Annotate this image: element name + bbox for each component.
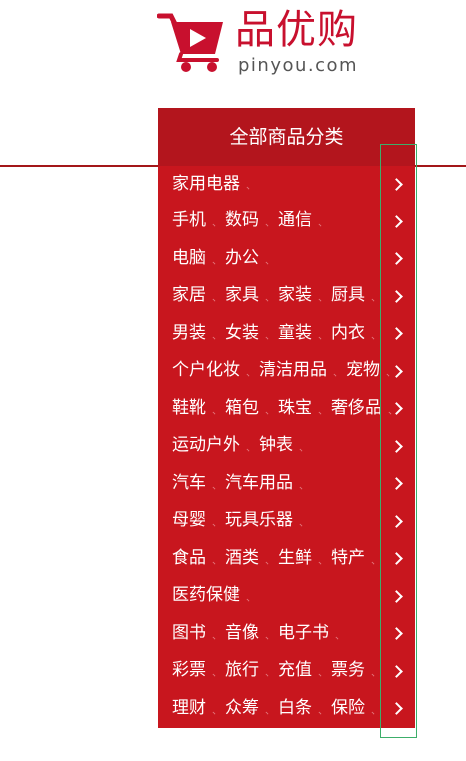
category-link[interactable]: 家装	[278, 277, 328, 315]
category-link[interactable]: 家用电器	[172, 166, 256, 202]
category-link[interactable]: 数码	[225, 202, 275, 240]
category-item[interactable]: 电脑办公	[158, 240, 415, 277]
category-link[interactable]: 众筹	[225, 690, 275, 727]
category-link[interactable]: 汽车用品	[225, 465, 309, 502]
category-item[interactable]: 汽车汽车用品	[158, 465, 415, 502]
category-link[interactable]: 办公	[225, 240, 275, 277]
category-link[interactable]: 家居	[172, 277, 222, 315]
category-link[interactable]: 电子书	[278, 615, 345, 652]
chevron-right-icon	[390, 664, 403, 678]
category-link[interactable]: 图书	[172, 615, 222, 652]
category-item[interactable]: 鞋靴箱包珠宝奢侈品	[158, 390, 415, 427]
category-link[interactable]: 通信	[278, 202, 328, 240]
chevron-right-icon	[390, 214, 403, 228]
category-item[interactable]: 运动户外钟表	[158, 427, 415, 465]
category-item[interactable]: 家居家具家装厨具	[158, 277, 415, 315]
category-link[interactable]: 母婴	[172, 502, 222, 540]
category-item[interactable]: 彩票旅行充值票务	[158, 652, 415, 690]
chevron-right-icon	[390, 552, 403, 566]
category-link[interactable]: 保险	[331, 690, 381, 727]
category-link[interactable]: 珠宝	[278, 390, 328, 427]
category-link[interactable]: 玩具乐器	[225, 502, 309, 540]
chevron-right-icon	[390, 477, 403, 491]
category-menu: 全部商品分类 家用电器手机数码通信电脑办公家居家具家装厨具男装女装童装内衣个户化…	[158, 108, 415, 728]
category-item[interactable]: 家用电器	[158, 166, 415, 202]
category-link[interactable]: 运动户外	[172, 427, 256, 465]
category-link[interactable]: 箱包	[225, 390, 275, 427]
category-link[interactable]: 个户化妆	[172, 352, 256, 390]
category-link[interactable]: 票务	[331, 652, 381, 690]
category-link[interactable]: 内衣	[331, 315, 381, 352]
category-link[interactable]: 奢侈品	[331, 390, 398, 427]
category-item[interactable]: 食品酒类生鲜特产	[158, 540, 415, 577]
chevron-right-icon	[390, 589, 403, 603]
category-item[interactable]: 手机数码通信	[158, 202, 415, 240]
category-link[interactable]: 童装	[278, 315, 328, 352]
category-link[interactable]: 酒类	[225, 540, 275, 577]
category-link[interactable]: 食品	[172, 540, 222, 577]
category-link[interactable]: 钟表	[259, 427, 309, 465]
category-link[interactable]: 生鲜	[278, 540, 328, 577]
category-link[interactable]: 手机	[172, 202, 222, 240]
chevron-right-icon	[390, 252, 403, 266]
chevron-right-icon	[390, 439, 403, 453]
category-menu-header[interactable]: 全部商品分类	[158, 108, 415, 166]
chevron-right-icon	[390, 627, 403, 641]
category-link[interactable]: 音像	[225, 615, 275, 652]
category-link[interactable]: 电脑	[172, 240, 222, 277]
category-link[interactable]: 白条	[278, 690, 328, 727]
chevron-right-icon	[390, 514, 403, 528]
category-link[interactable]: 彩票	[172, 652, 222, 690]
category-link[interactable]: 鞋靴	[172, 390, 222, 427]
category-link[interactable]: 家具	[225, 277, 275, 315]
category-link[interactable]: 汽车	[172, 465, 222, 502]
category-item[interactable]: 理财众筹白条保险	[158, 690, 415, 727]
category-link[interactable]: 特产	[331, 540, 381, 577]
category-link[interactable]: 旅行	[225, 652, 275, 690]
site-logo[interactable]: 品优购 pinyou.com	[157, 6, 377, 80]
category-item[interactable]: 医药保健	[158, 577, 415, 615]
category-link[interactable]: 清洁用品	[259, 352, 343, 390]
category-item[interactable]: 男装女装童装内衣	[158, 315, 415, 352]
category-link[interactable]: 医药保健	[172, 577, 256, 615]
category-link[interactable]: 女装	[225, 315, 275, 352]
chevron-right-icon	[390, 289, 403, 303]
shopping-cart-icon	[157, 13, 223, 72]
chevron-right-icon	[390, 702, 403, 716]
chevron-right-icon	[390, 327, 403, 341]
category-link[interactable]: 宠物	[346, 352, 396, 390]
category-item[interactable]: 图书音像电子书	[158, 615, 415, 652]
chevron-right-icon	[390, 178, 403, 191]
category-item[interactable]: 母婴玩具乐器	[158, 502, 415, 540]
logo-domain: pinyou.com	[238, 55, 359, 76]
category-link[interactable]: 厨具	[331, 277, 381, 315]
category-list: 家用电器手机数码通信电脑办公家居家具家装厨具男装女装童装内衣个户化妆清洁用品宠物…	[158, 166, 415, 727]
category-link[interactable]: 充值	[278, 652, 328, 690]
category-link[interactable]: 男装	[172, 315, 222, 352]
category-item[interactable]: 个户化妆清洁用品宠物	[158, 352, 415, 390]
category-link[interactable]: 理财	[172, 690, 222, 727]
logo-title: 品优购	[235, 7, 358, 53]
